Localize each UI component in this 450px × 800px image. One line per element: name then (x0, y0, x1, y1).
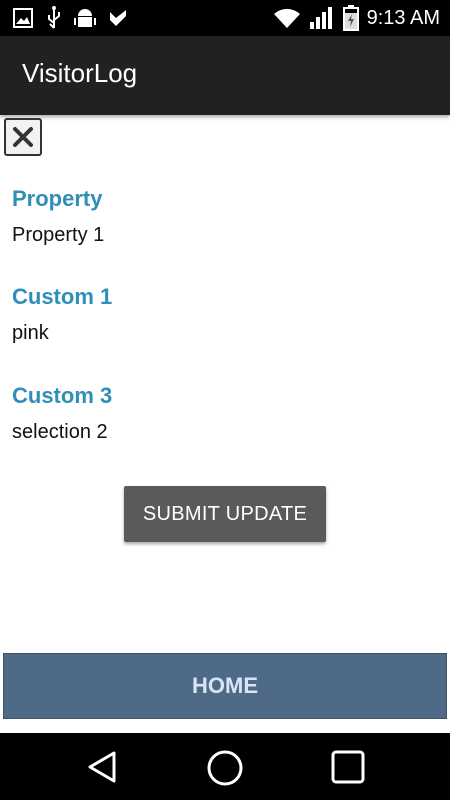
back-icon[interactable] (84, 749, 120, 785)
close-icon (13, 127, 33, 147)
android-debug-icon (74, 9, 96, 27)
navigation-bar (0, 733, 450, 800)
status-left-icons (12, 6, 128, 30)
custom-3-label: Custom 3 (12, 383, 113, 408)
status-right-icons: 9:13 AM (273, 0, 440, 36)
home-button[interactable]: HOME (3, 653, 447, 719)
check-icon (110, 10, 126, 26)
custom-3-value: selection 2 (12, 421, 108, 443)
home-circle-icon[interactable] (206, 749, 244, 787)
app-title: VisitorLog (22, 58, 138, 88)
usb-icon (48, 6, 60, 29)
recents-icon[interactable] (330, 749, 366, 785)
property-value: Property 1 (12, 224, 105, 246)
close-button[interactable] (4, 118, 42, 156)
wifi-icon (273, 8, 300, 28)
submit-update-button[interactable]: SUBMIT UPDATE (124, 486, 326, 542)
custom-1-label: Custom 1 (12, 284, 113, 309)
app-bar: VisitorLog (0, 36, 450, 115)
property-label: Property (12, 186, 103, 211)
battery-charging-icon (342, 5, 359, 31)
status-time: 9:13 AM (366, 6, 440, 29)
status-bar: 9:13 AM (0, 0, 450, 36)
signal-icon (309, 7, 332, 29)
custom-1-value: pink (12, 322, 49, 344)
image-icon (13, 8, 33, 28)
